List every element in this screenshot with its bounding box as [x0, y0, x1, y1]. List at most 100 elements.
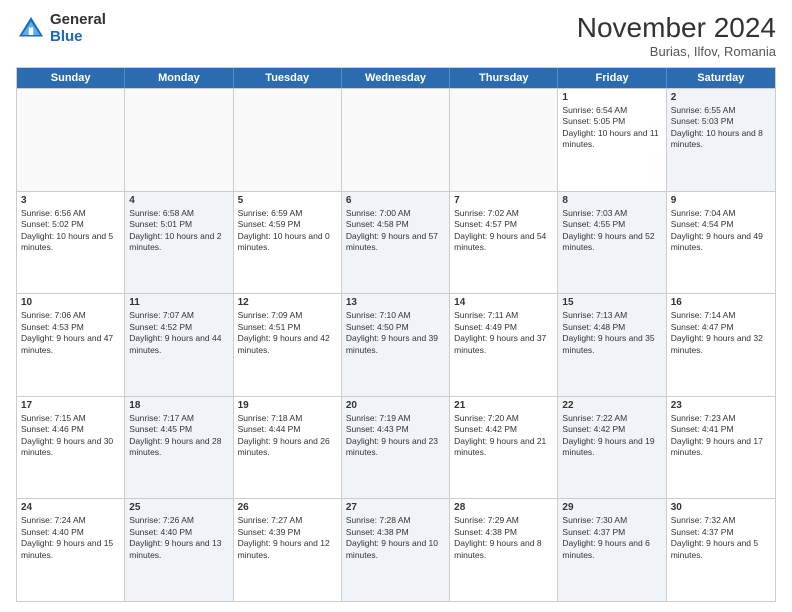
day-cell-29: 29 Sunrise: 7:30 AM Sunset: 4:37 PM Dayli…: [558, 499, 666, 601]
day-number: 24: [21, 502, 120, 513]
day-number: 28: [454, 502, 553, 513]
day-number: 1: [562, 92, 661, 103]
day-cell-21: 21Sunrise: 7:20 AM Sunset: 4:42 PM Dayli…: [450, 397, 558, 499]
day-number: 13: [346, 297, 445, 308]
day-number: 21: [454, 400, 553, 411]
day-info: Sunrise: 7:22 AM Sunset: 4:42 PM Dayligh…: [562, 413, 661, 459]
weekday-header-thursday: Thursday: [450, 68, 558, 88]
logo: General Blue: [16, 12, 106, 45]
day-info: Sunrise: 7:04 AM Sunset: 4:54 PM Dayligh…: [671, 208, 771, 254]
day-cell-3: 3Sunrise: 6:56 AM Sunset: 5:02 PM Daylig…: [17, 192, 125, 294]
day-cell-4: 4 Sunrise: 6:58 AM Sunset: 5:01 PM Daylig…: [125, 192, 233, 294]
day-number: 20: [346, 400, 445, 411]
day-cell-13: 13 Sunrise: 7:10 AM Sunset: 4:50 PM Dayli…: [342, 294, 450, 396]
day-number: 12: [238, 297, 337, 308]
day-cell-24: 24 Sunrise: 7:24 AM Sunset: 4:40 PM Dayli…: [17, 499, 125, 601]
day-cell-7: 7 Sunrise: 7:02 AM Sunset: 4:57 PM Daylig…: [450, 192, 558, 294]
day-info: Sunrise: 7:10 AM Sunset: 4:50 PM Dayligh…: [346, 310, 445, 356]
day-info: Sunrise: 7:18 AM Sunset: 4:44 PM Dayligh…: [238, 413, 337, 459]
day-number: 7: [454, 195, 553, 206]
day-number: 8: [562, 195, 661, 206]
day-number: 27: [346, 502, 445, 513]
day-info: Sunrise: 7:19 AM Sunset: 4:43 PM Dayligh…: [346, 413, 445, 459]
day-cell-30: 30 Sunrise: 7:32 AM Sunset: 4:37 PM Dayli…: [667, 499, 775, 601]
day-number: 14: [454, 297, 553, 308]
day-cell-23: 23Sunrise: 7:23 AM Sunset: 4:41 PM Dayli…: [667, 397, 775, 499]
day-info: Sunrise: 6:54 AM Sunset: 5:05 PM Dayligh…: [562, 105, 661, 151]
day-cell-25: 25Sunrise: 7:26 AM Sunset: 4:40 PM Dayli…: [125, 499, 233, 601]
week-row-4: 24 Sunrise: 7:24 AM Sunset: 4:40 PM Dayli…: [17, 498, 775, 601]
weekday-header-tuesday: Tuesday: [234, 68, 342, 88]
day-info: Sunrise: 7:15 AM Sunset: 4:46 PM Dayligh…: [21, 413, 120, 459]
day-number: 6: [346, 195, 445, 206]
day-info: Sunrise: 7:28 AM Sunset: 4:38 PM Dayligh…: [346, 515, 445, 561]
day-number: 2: [671, 92, 771, 103]
day-number: 11: [129, 297, 228, 308]
day-info: Sunrise: 7:24 AM Sunset: 4:40 PM Dayligh…: [21, 515, 120, 561]
day-cell-20: 20 Sunrise: 7:19 AM Sunset: 4:43 PM Dayli…: [342, 397, 450, 499]
day-cell-15: 15Sunrise: 7:13 AM Sunset: 4:48 PM Dayli…: [558, 294, 666, 396]
day-info: Sunrise: 6:55 AM Sunset: 5:03 PM Dayligh…: [671, 105, 771, 151]
day-number: 22: [562, 400, 661, 411]
day-number: 9: [671, 195, 771, 206]
day-cell-11: 11Sunrise: 7:07 AM Sunset: 4:52 PM Dayli…: [125, 294, 233, 396]
day-cell-19: 19 Sunrise: 7:18 AM Sunset: 4:44 PM Dayli…: [234, 397, 342, 499]
day-info: Sunrise: 6:59 AM Sunset: 4:59 PM Dayligh…: [238, 208, 337, 254]
day-cell-26: 26 Sunrise: 7:27 AM Sunset: 4:39 PM Dayli…: [234, 499, 342, 601]
day-number: 18: [129, 400, 228, 411]
day-cell-6: 6 Sunrise: 7:00 AM Sunset: 4:58 PM Daylig…: [342, 192, 450, 294]
empty-cell: [125, 89, 233, 191]
location: Burias, Ilfov, Romania: [577, 44, 776, 59]
page: General Blue November 2024 Burias, Ilfov…: [0, 0, 792, 612]
day-number: 15: [562, 297, 661, 308]
day-number: 30: [671, 502, 771, 513]
day-number: 16: [671, 297, 771, 308]
day-number: 29: [562, 502, 661, 513]
empty-cell: [234, 89, 342, 191]
weekday-header-saturday: Saturday: [667, 68, 775, 88]
day-cell-1: 1 Sunrise: 6:54 AM Sunset: 5:05 PM Daylig…: [558, 89, 666, 191]
weekday-header-monday: Monday: [125, 68, 233, 88]
day-cell-27: 27 Sunrise: 7:28 AM Sunset: 4:38 PM Dayli…: [342, 499, 450, 601]
calendar-body: 1 Sunrise: 6:54 AM Sunset: 5:05 PM Daylig…: [17, 88, 775, 601]
day-number: 26: [238, 502, 337, 513]
day-info: Sunrise: 7:11 AM Sunset: 4:49 PM Dayligh…: [454, 310, 553, 356]
calendar: SundayMondayTuesdayWednesdayThursdayFrid…: [16, 67, 776, 602]
day-number: 19: [238, 400, 337, 411]
day-info: Sunrise: 7:27 AM Sunset: 4:39 PM Dayligh…: [238, 515, 337, 561]
month-title: November 2024: [577, 12, 776, 44]
week-row-1: 3Sunrise: 6:56 AM Sunset: 5:02 PM Daylig…: [17, 191, 775, 294]
day-cell-28: 28Sunrise: 7:29 AM Sunset: 4:38 PM Dayli…: [450, 499, 558, 601]
header: General Blue November 2024 Burias, Ilfov…: [16, 12, 776, 59]
logo-general: General: [50, 11, 106, 28]
day-cell-9: 9 Sunrise: 7:04 AM Sunset: 4:54 PM Daylig…: [667, 192, 775, 294]
empty-cell: [17, 89, 125, 191]
weekday-header-wednesday: Wednesday: [342, 68, 450, 88]
day-number: 10: [21, 297, 120, 308]
day-info: Sunrise: 7:32 AM Sunset: 4:37 PM Dayligh…: [671, 515, 771, 561]
day-info: Sunrise: 7:17 AM Sunset: 4:45 PM Dayligh…: [129, 413, 228, 459]
day-cell-5: 5 Sunrise: 6:59 AM Sunset: 4:59 PM Daylig…: [234, 192, 342, 294]
day-cell-17: 17Sunrise: 7:15 AM Sunset: 4:46 PM Dayli…: [17, 397, 125, 499]
logo-text: General Blue: [50, 12, 106, 45]
day-number: 25: [129, 502, 228, 513]
day-info: Sunrise: 6:56 AM Sunset: 5:02 PM Dayligh…: [21, 208, 120, 254]
day-cell-18: 18 Sunrise: 7:17 AM Sunset: 4:45 PM Dayli…: [125, 397, 233, 499]
day-info: Sunrise: 7:03 AM Sunset: 4:55 PM Dayligh…: [562, 208, 661, 254]
day-cell-16: 16Sunrise: 7:14 AM Sunset: 4:47 PM Dayli…: [667, 294, 775, 396]
day-info: Sunrise: 7:09 AM Sunset: 4:51 PM Dayligh…: [238, 310, 337, 356]
day-number: 23: [671, 400, 771, 411]
day-cell-8: 8 Sunrise: 7:03 AM Sunset: 4:55 PM Daylig…: [558, 192, 666, 294]
day-number: 4: [129, 195, 228, 206]
day-number: 5: [238, 195, 337, 206]
week-row-2: 10Sunrise: 7:06 AM Sunset: 4:53 PM Dayli…: [17, 293, 775, 396]
logo-blue: Blue: [50, 28, 83, 45]
logo-icon: [16, 14, 46, 44]
empty-cell: [450, 89, 558, 191]
day-info: Sunrise: 7:00 AM Sunset: 4:58 PM Dayligh…: [346, 208, 445, 254]
day-cell-12: 12 Sunrise: 7:09 AM Sunset: 4:51 PM Dayli…: [234, 294, 342, 396]
day-info: Sunrise: 6:58 AM Sunset: 5:01 PM Dayligh…: [129, 208, 228, 254]
day-cell-2: 2 Sunrise: 6:55 AM Sunset: 5:03 PM Daylig…: [667, 89, 775, 191]
day-info: Sunrise: 7:30 AM Sunset: 4:37 PM Dayligh…: [562, 515, 661, 561]
day-info: Sunrise: 7:02 AM Sunset: 4:57 PM Dayligh…: [454, 208, 553, 254]
